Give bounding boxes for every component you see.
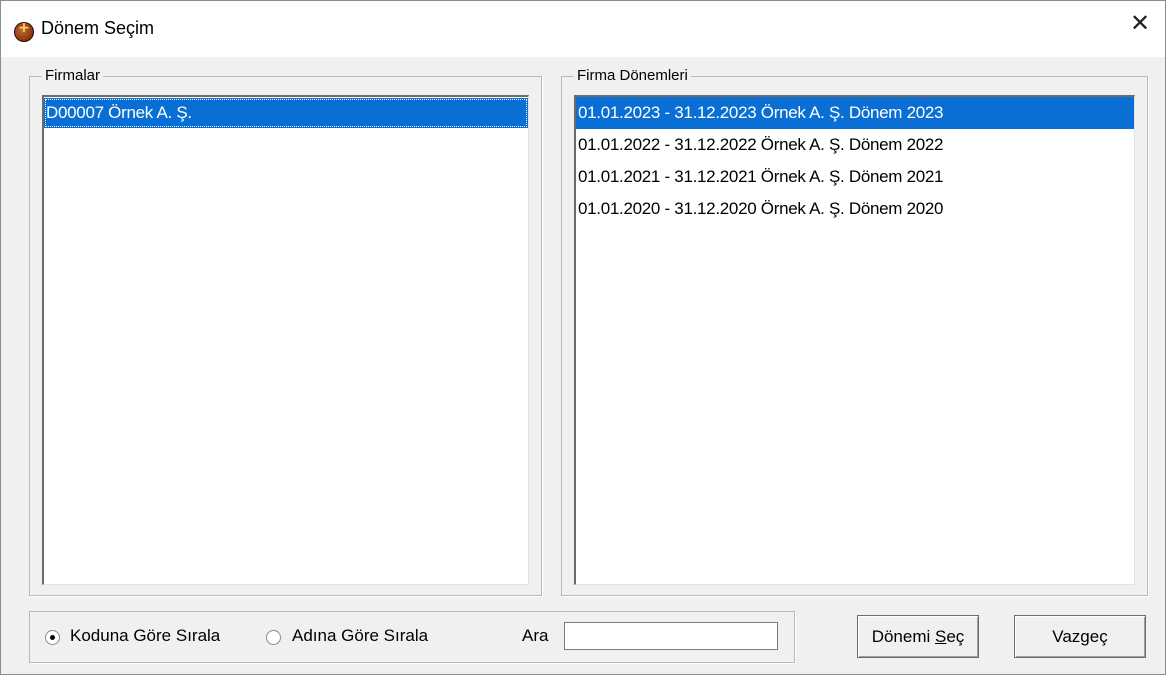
donem-secim-dialog: Dönem Seçim ✕ Firmalar D00007 Örnek A. Ş… xyxy=(0,0,1166,675)
search-label: Ara xyxy=(522,626,549,645)
donem-list-item[interactable]: 01.01.2020 - 31.12.2020 Örnek A. Ş. Döne… xyxy=(576,193,1134,225)
firmalar-listbox[interactable]: D00007 Örnek A. Ş. xyxy=(42,95,529,585)
select-period-label-prefix: Dönemi xyxy=(871,627,935,646)
close-icon[interactable]: ✕ xyxy=(1121,9,1159,47)
donem-list-item[interactable]: 01.01.2023 - 31.12.2023 Örnek A. Ş. Döne… xyxy=(576,97,1134,129)
firma-list-item[interactable]: D00007 Örnek A. Ş. xyxy=(44,98,528,128)
select-period-label-accel: S xyxy=(935,627,947,646)
select-period-label-suffix: eç xyxy=(946,627,965,646)
app-logo-icon xyxy=(14,20,34,42)
sort-by-name-radio[interactable] xyxy=(266,630,281,645)
cancel-button[interactable]: Vazgeç xyxy=(1014,615,1146,658)
firma-donemleri-legend: Firma Dönemleri xyxy=(574,67,691,85)
sort-search-panel: Koduna Göre Sırala Adına Göre Sırala Ara xyxy=(29,611,795,663)
title-bar[interactable]: Dönem Seçim ✕ xyxy=(1,1,1165,57)
sort-by-name-label[interactable]: Adına Göre Sırala xyxy=(292,626,428,646)
donem-list-item[interactable]: 01.01.2022 - 31.12.2022 Örnek A. Ş. Döne… xyxy=(576,129,1134,161)
sort-by-code-label[interactable]: Koduna Göre Sırala xyxy=(70,626,220,646)
select-period-button[interactable]: Dönemi Seç xyxy=(857,615,979,658)
sort-by-code-radio[interactable] xyxy=(45,630,60,645)
firmalar-group: Firmalar D00007 Örnek A. Ş. xyxy=(29,67,542,596)
firma-donemleri-listbox[interactable]: 01.01.2023 - 31.12.2023 Örnek A. Ş. Döne… xyxy=(574,95,1135,585)
window-title: Dönem Seçim xyxy=(41,18,155,38)
firma-donemleri-group: Firma Dönemleri 01.01.2023 - 31.12.2023 … xyxy=(561,67,1148,596)
search-input[interactable] xyxy=(564,622,778,650)
firmalar-legend: Firmalar xyxy=(42,67,103,85)
donem-list-item[interactable]: 01.01.2021 - 31.12.2021 Örnek A. Ş. Döne… xyxy=(576,161,1134,193)
